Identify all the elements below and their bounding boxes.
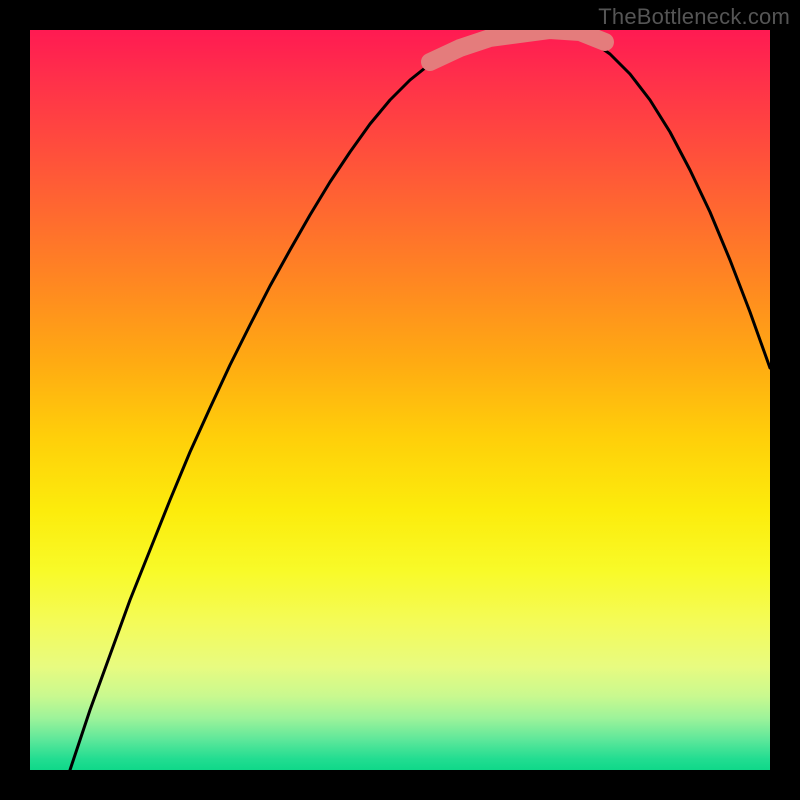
chart-frame: TheBottleneck.com — [0, 0, 800, 800]
bottleneck-curve — [70, 30, 770, 770]
good-region-marker — [430, 30, 605, 62]
watermark-label: TheBottleneck.com — [598, 4, 790, 30]
curve-layer — [30, 30, 770, 770]
plot-area — [30, 30, 770, 770]
